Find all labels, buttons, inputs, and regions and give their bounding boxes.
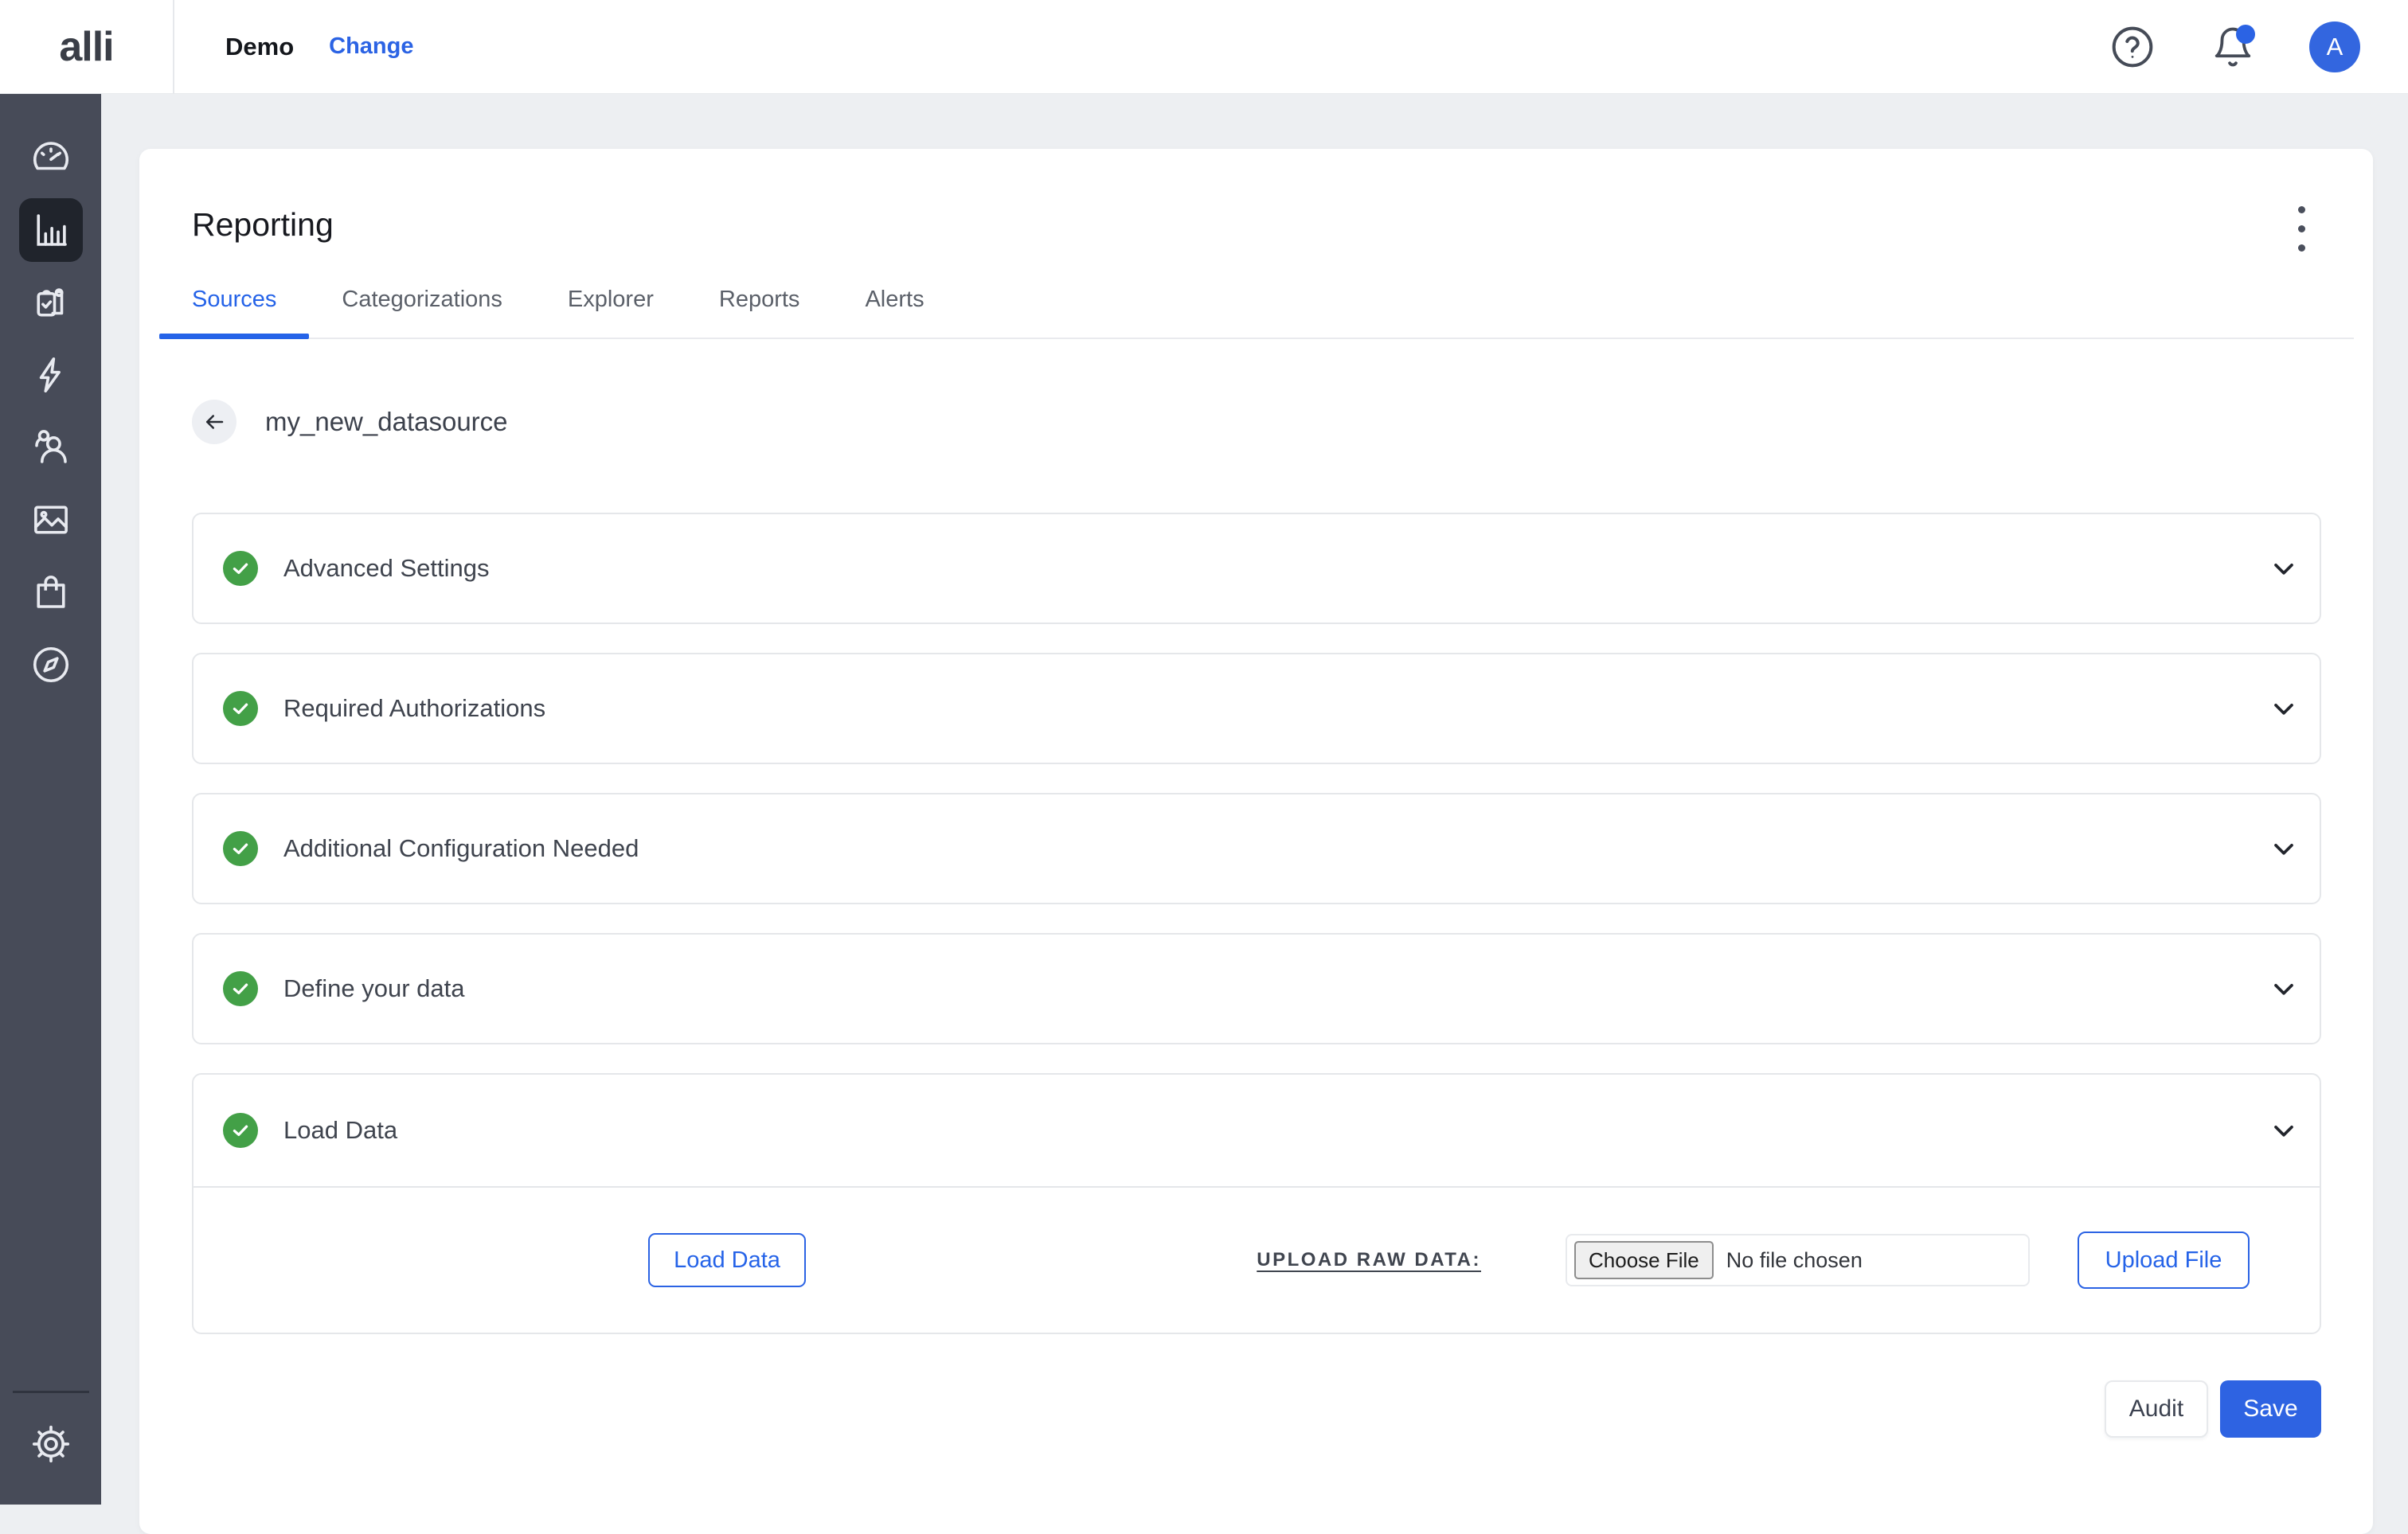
sidebar-item-dashboard[interactable] bbox=[19, 126, 83, 189]
file-input[interactable]: Choose File No file chosen bbox=[1566, 1234, 2030, 1286]
choose-file-button[interactable]: Choose File bbox=[1574, 1241, 1714, 1279]
sidebar-item-reporting[interactable] bbox=[19, 198, 83, 262]
kebab-icon bbox=[2298, 206, 2305, 213]
check-circle-icon bbox=[223, 1113, 258, 1148]
section-advanced-settings: Advanced Settings bbox=[192, 513, 2321, 624]
tab-sources[interactable]: Sources bbox=[159, 283, 309, 338]
change-workspace-link[interactable]: Change bbox=[329, 33, 413, 60]
page-title: Reporting bbox=[192, 202, 334, 247]
load-data-panel: Load Data UPLOAD RAW DATA: Choose File N… bbox=[194, 1186, 2320, 1333]
section-label: Required Authorizations bbox=[283, 694, 545, 723]
section-define-your-data-header[interactable]: Define your data bbox=[194, 935, 2320, 1043]
chevron-down-icon[interactable] bbox=[2268, 973, 2300, 1005]
lightning-bolt-icon bbox=[29, 353, 72, 396]
sidebar-item-actions[interactable] bbox=[19, 343, 83, 407]
section-label: Advanced Settings bbox=[283, 554, 490, 583]
tab-categorizations[interactable]: Categorizations bbox=[309, 283, 535, 338]
chevron-down-icon[interactable] bbox=[2268, 552, 2300, 584]
tab-reports[interactable]: Reports bbox=[686, 283, 833, 338]
back-arrow-icon bbox=[202, 410, 226, 434]
load-data-button[interactable]: Load Data bbox=[648, 1233, 806, 1287]
section-advanced-settings-header[interactable]: Advanced Settings bbox=[194, 514, 2320, 623]
section-load-data-header[interactable]: Load Data bbox=[194, 1075, 2320, 1186]
settings-gear-icon bbox=[30, 1423, 72, 1465]
upload-file-button[interactable]: Upload File bbox=[2078, 1231, 2250, 1289]
section-additional-configuration-header[interactable]: Additional Configuration Needed bbox=[194, 794, 2320, 903]
notifications-button[interactable] bbox=[2209, 23, 2257, 71]
sidebar-item-tasks[interactable] bbox=[19, 271, 83, 334]
clipboard-check-icon bbox=[29, 281, 72, 324]
section-label: Additional Configuration Needed bbox=[283, 834, 639, 863]
section-additional-configuration: Additional Configuration Needed bbox=[192, 793, 2321, 904]
chevron-down-icon[interactable] bbox=[2268, 693, 2300, 724]
app-logo-text: alli bbox=[59, 23, 113, 71]
reporting-tabs: Sources Categorizations Explorer Reports… bbox=[159, 283, 2354, 339]
image-icon bbox=[29, 498, 72, 541]
main-content: Reporting Sources Categorizations Explor… bbox=[101, 94, 2408, 1505]
reporting-card: Reporting Sources Categorizations Explor… bbox=[139, 149, 2373, 1534]
sidebar-item-shop[interactable] bbox=[19, 560, 83, 624]
help-icon bbox=[2110, 25, 2155, 69]
upload-raw-data-label: UPLOAD RAW DATA: bbox=[1257, 1249, 1481, 1271]
dashboard-gauge-icon bbox=[29, 136, 72, 179]
workspace-name: Demo bbox=[225, 33, 294, 61]
save-button[interactable]: Save bbox=[2220, 1380, 2321, 1438]
section-label: Define your data bbox=[283, 974, 464, 1003]
back-button[interactable] bbox=[192, 400, 236, 444]
app-logo[interactable]: alli bbox=[0, 0, 174, 94]
sidebar-item-audiences[interactable] bbox=[19, 416, 83, 479]
section-load-data: Load Data Load Data UPLOAD RAW DATA: Cho… bbox=[192, 1073, 2321, 1334]
section-required-authorizations-header[interactable]: Required Authorizations bbox=[194, 654, 2320, 763]
sidebar-divider bbox=[13, 1391, 89, 1393]
section-define-your-data: Define your data bbox=[192, 933, 2321, 1044]
topbar: alli Demo Change A bbox=[0, 0, 2408, 94]
check-circle-icon bbox=[223, 971, 258, 1006]
sidebar-item-explore[interactable] bbox=[19, 633, 83, 697]
chevron-down-icon[interactable] bbox=[2268, 1114, 2300, 1146]
chevron-down-icon[interactable] bbox=[2268, 833, 2300, 865]
users-icon bbox=[29, 426, 72, 469]
check-circle-icon bbox=[223, 551, 258, 586]
section-required-authorizations: Required Authorizations bbox=[192, 653, 2321, 764]
avatar[interactable]: A bbox=[2309, 21, 2360, 72]
shopping-bag-icon bbox=[29, 571, 72, 614]
section-label: Load Data bbox=[283, 1116, 397, 1145]
sidebar bbox=[0, 94, 101, 1505]
tab-alerts[interactable]: Alerts bbox=[832, 283, 956, 338]
file-chosen-status: No file chosen bbox=[1726, 1248, 1863, 1273]
sidebar-item-settings[interactable] bbox=[19, 1412, 83, 1476]
sidebar-item-creative[interactable] bbox=[19, 488, 83, 552]
tab-explorer[interactable]: Explorer bbox=[535, 283, 686, 338]
check-circle-icon bbox=[223, 691, 258, 726]
bar-chart-icon bbox=[29, 209, 72, 252]
avatar-initial: A bbox=[2327, 33, 2344, 61]
audit-button[interactable]: Audit bbox=[2105, 1380, 2208, 1438]
notification-badge bbox=[2236, 25, 2255, 44]
card-menu-button[interactable] bbox=[2281, 202, 2321, 255]
help-button[interactable] bbox=[2109, 23, 2156, 71]
check-circle-icon bbox=[223, 831, 258, 866]
datasource-name: my_new_datasource bbox=[265, 407, 508, 437]
compass-icon bbox=[29, 643, 72, 686]
